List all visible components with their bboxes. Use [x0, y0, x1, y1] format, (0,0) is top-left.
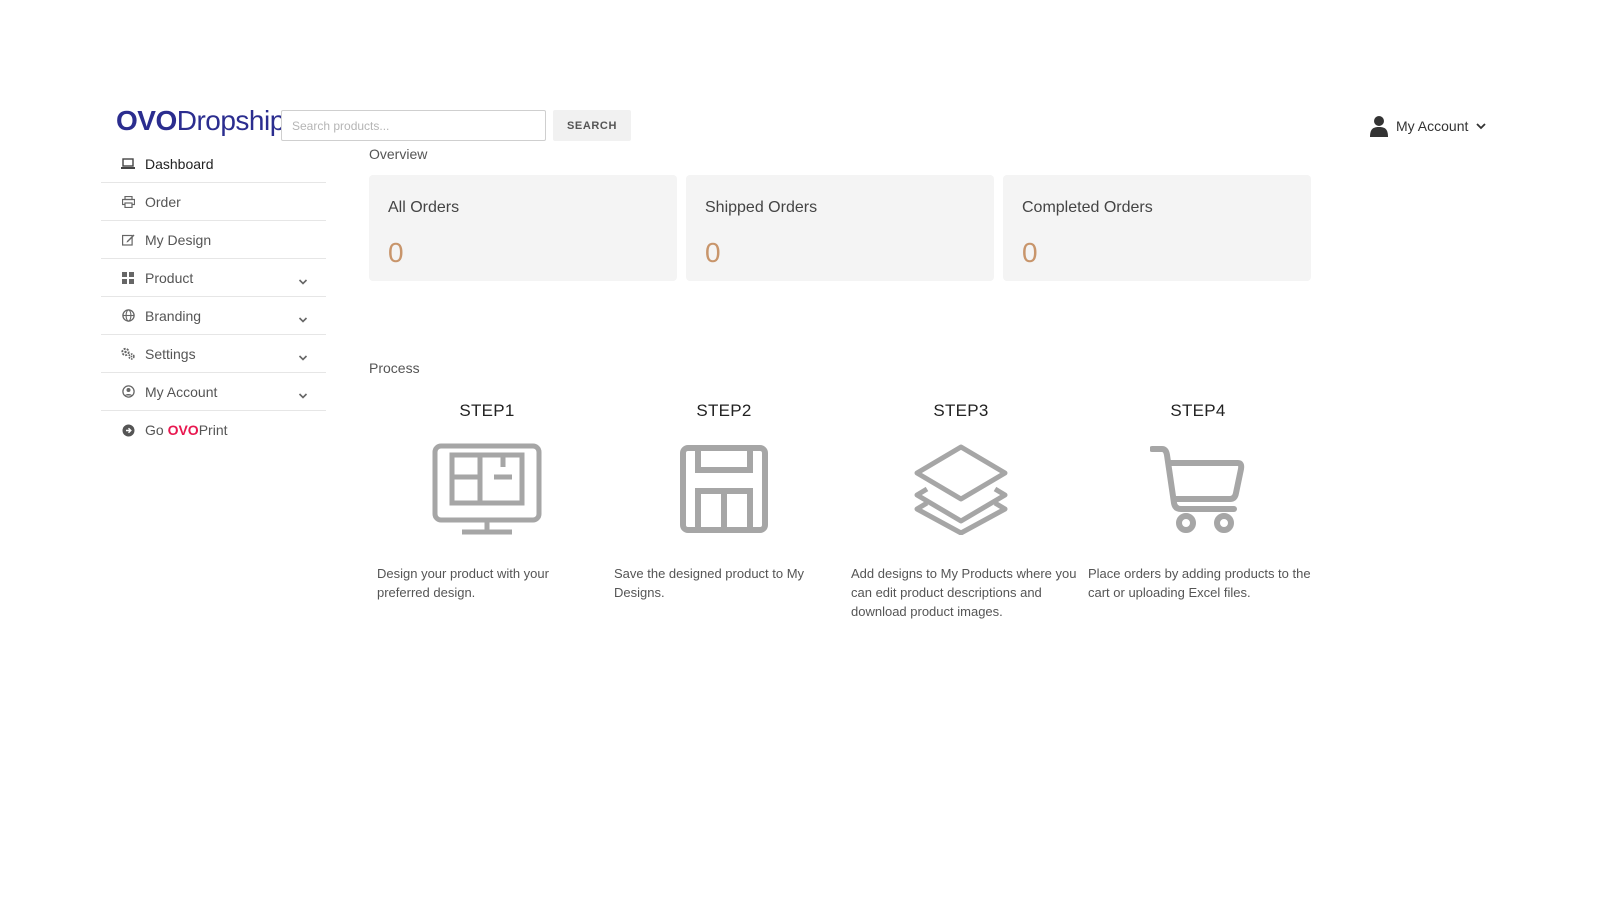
card-value: 0	[388, 237, 404, 268]
sidebar-item-label: My Design	[145, 231, 212, 248]
cart-icon	[1080, 434, 1316, 544]
process-title: Process	[369, 360, 420, 376]
card-title: Shipped Orders	[705, 199, 818, 216]
floppy-save-icon	[606, 434, 842, 544]
account-menu-label: My Account	[1396, 118, 1469, 134]
step-description: Place orders by adding products to the c…	[1088, 566, 1311, 600]
sidebar-nav: Dashboard Order My Design Product Brandi…	[101, 145, 326, 449]
sidebar-item-order[interactable]: Order	[101, 183, 326, 221]
ovoprint-suffix-text: Print	[198, 422, 228, 438]
sidebar-item-my-account[interactable]: My Account	[101, 373, 326, 411]
sidebar-item-dashboard[interactable]: Dashboard	[101, 145, 326, 183]
sidebar-item-label: Settings	[145, 345, 196, 362]
search-input[interactable]	[281, 110, 546, 141]
search-button[interactable]: SEARCH	[553, 110, 631, 141]
chevron-down-icon	[1476, 122, 1487, 130]
sidebar-item-settings[interactable]: Settings	[101, 335, 326, 373]
all-orders-card[interactable]: All Orders 0	[369, 175, 677, 281]
step-title: STEP4	[1170, 401, 1226, 420]
layers-icon	[843, 434, 1079, 544]
sidebar-item-branding[interactable]: Branding	[101, 297, 326, 335]
sidebar-item-product[interactable]: Product	[101, 259, 326, 297]
process-step-3: STEP3 Add designs to My Products where y…	[843, 398, 1079, 621]
sidebar-item-label: Branding	[145, 307, 202, 324]
card-value: 0	[1022, 237, 1038, 268]
logo-dropship-text: Dropship	[176, 105, 286, 136]
process-step-1: STEP1 Design your product with your pref…	[369, 398, 605, 602]
card-title: All Orders	[388, 199, 460, 216]
printer-icon	[121, 195, 135, 209]
step-description: Add designs to My Products where you can…	[851, 566, 1077, 619]
sidebar-item-my-design[interactable]: My Design	[101, 221, 326, 259]
sidebar-item-label: Go	[145, 422, 168, 438]
step-description: Design your product with your preferred …	[377, 566, 549, 600]
chevron-down-icon	[298, 349, 308, 365]
process-step-2: STEP2 Save the designed product to My De…	[606, 398, 842, 602]
ovodropship-logo[interactable]: OVODropship	[116, 104, 285, 138]
completed-orders-card[interactable]: Completed Orders 0	[1003, 175, 1311, 281]
chevron-down-icon	[298, 273, 308, 289]
chevron-down-icon	[298, 387, 308, 403]
step-description: Save the designed product to My Designs.	[614, 566, 805, 600]
overview-title: Overview	[369, 146, 428, 162]
card-title: Completed Orders	[1022, 199, 1153, 216]
laptop-icon	[121, 157, 135, 171]
gears-icon	[121, 347, 135, 361]
sidebar-item-go-ovoprint[interactable]: Go OVO Print	[101, 411, 326, 449]
user-circle-icon	[121, 385, 135, 399]
edit-icon	[121, 233, 135, 247]
sidebar-item-label: Order	[145, 193, 181, 210]
process-step-4: STEP4 Place orders by adding products to…	[1080, 398, 1316, 602]
sidebar-item-label: My Account	[145, 383, 218, 400]
globe-icon	[121, 309, 135, 323]
dashboard-page: OVODropship SEARCH My Account Dashboard …	[0, 0, 1600, 900]
logo-ovo-text: OVO	[116, 105, 177, 136]
shipped-orders-card[interactable]: Shipped Orders 0	[686, 175, 994, 281]
sidebar-item-label: Product	[145, 269, 194, 286]
card-value: 0	[705, 237, 721, 268]
chevron-down-icon	[298, 311, 308, 327]
arrow-circle-icon	[121, 423, 135, 437]
ovoprint-brand-text: OVO	[167, 422, 199, 438]
monitor-design-icon	[369, 434, 605, 544]
grid-icon	[121, 271, 135, 285]
step-title: STEP3	[933, 401, 989, 420]
account-menu[interactable]: My Account	[1370, 112, 1487, 140]
user-icon	[1370, 115, 1388, 137]
step-title: STEP2	[696, 401, 752, 420]
step-title: STEP1	[459, 401, 515, 420]
sidebar-item-label: Dashboard	[145, 155, 214, 172]
